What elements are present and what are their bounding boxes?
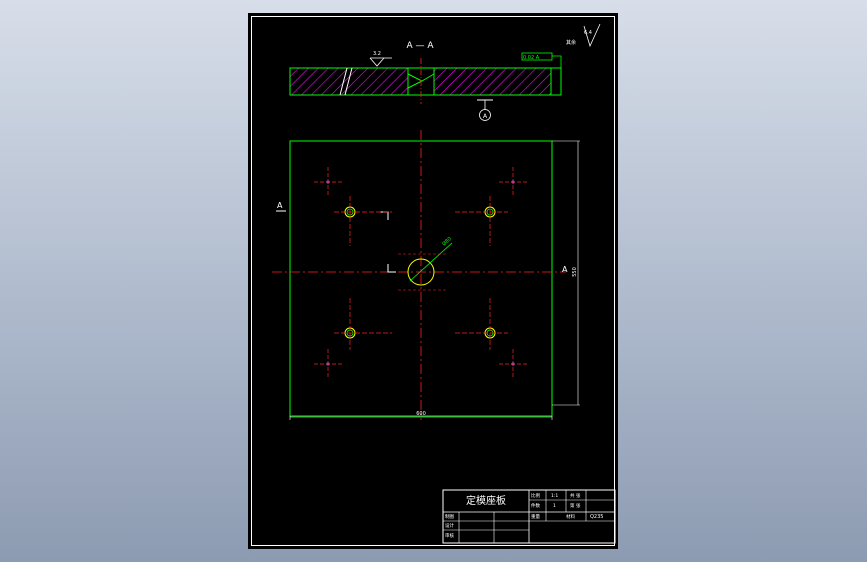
section-plate-right bbox=[433, 67, 552, 96]
tolerance-frame-text: 0.02 A bbox=[523, 55, 540, 61]
height-dimension-text: 550 bbox=[572, 267, 578, 277]
sheet-number: 第 张 bbox=[570, 502, 581, 509]
weight-label: 重量 bbox=[531, 513, 540, 520]
drawn-label: 制图 bbox=[445, 513, 454, 520]
roughness-value-right: 6.4 bbox=[584, 30, 592, 36]
designed-label: 设计 bbox=[445, 522, 454, 529]
scale-label: 比例 bbox=[531, 492, 540, 499]
sheet-count: 共 张 bbox=[570, 492, 581, 499]
material-value: Q235 bbox=[590, 514, 603, 520]
section-marker-right: A bbox=[562, 265, 568, 274]
material-label: 材料 bbox=[566, 513, 575, 520]
roughness-value-left: 3.2 bbox=[373, 51, 381, 57]
width-dimension-text: 600 bbox=[416, 411, 426, 417]
section-label: A — A bbox=[406, 41, 434, 51]
qty-label: 件数 bbox=[531, 502, 540, 509]
scale-value: 1:1 bbox=[551, 493, 558, 499]
qty-value: 1 bbox=[553, 503, 556, 509]
checked-label: 审核 bbox=[445, 532, 454, 539]
cad-viewport: A — A 3.2 6.4 其余 0.02 A A A A Ø80 600 55… bbox=[248, 13, 618, 549]
roughness-other-label: 其余 bbox=[566, 39, 576, 46]
section-marker-left: A bbox=[277, 201, 283, 210]
part-name: 定模座板 bbox=[466, 494, 506, 507]
